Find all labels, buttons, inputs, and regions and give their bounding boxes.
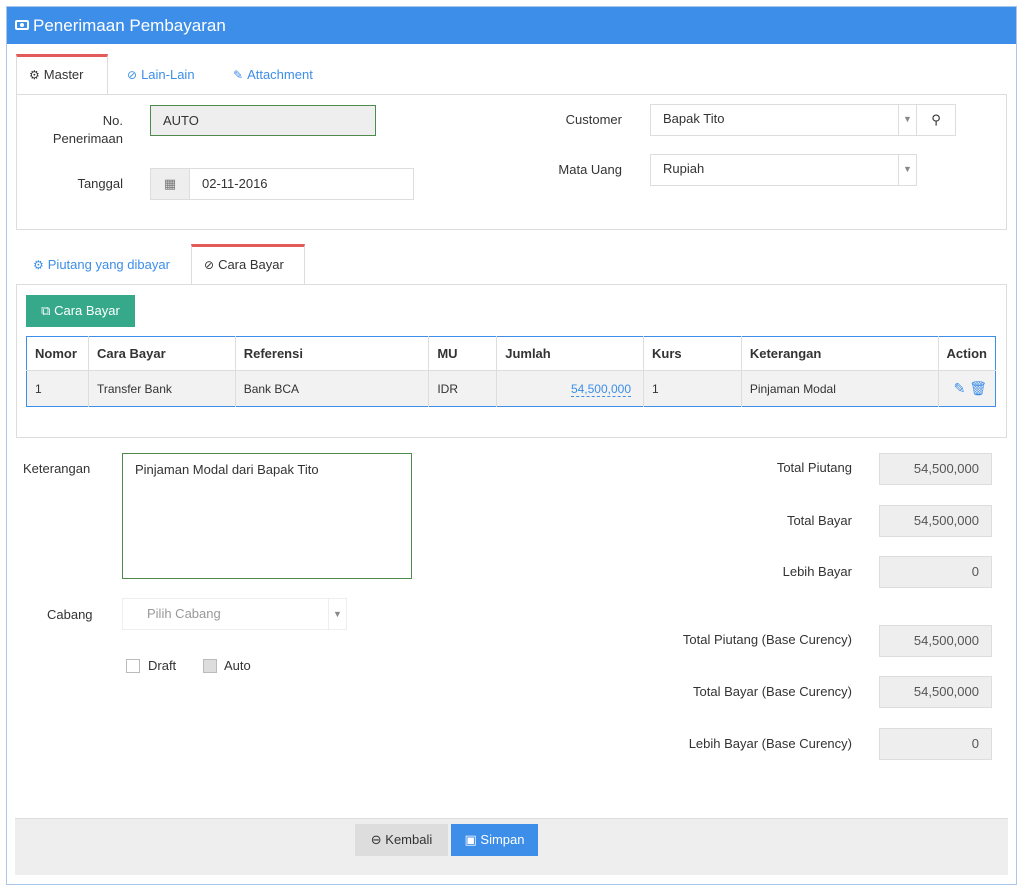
check-circle-icon: ⊘ xyxy=(204,258,215,272)
tab-master[interactable]: ⚙ Master xyxy=(16,54,108,94)
page-title: Penerimaan Pembayaran xyxy=(33,16,226,35)
tab-lain-lain[interactable]: ⊘ Lain-Lain xyxy=(115,55,207,95)
form-footer: ⊖ Kembali ▣ Simpan xyxy=(15,818,1008,875)
chevron-down-icon: ▼ xyxy=(328,599,346,629)
no-penerimaan-field[interactable]: AUTO xyxy=(150,105,376,136)
paperclip-icon: ✎ xyxy=(233,68,244,82)
column-header: Kurs xyxy=(643,336,742,371)
no-penerimaan-label: No. Penerimaan xyxy=(52,113,123,146)
column-header: Cara Bayar xyxy=(88,336,236,371)
cell-cara-bayar: Transfer Bank xyxy=(88,370,236,407)
tanggal-label: Tanggal xyxy=(77,176,123,191)
auto-checkbox[interactable] xyxy=(203,659,217,673)
auto-label: Auto xyxy=(224,658,251,673)
cell-mu: IDR xyxy=(428,370,498,407)
cell-kurs: 1 xyxy=(643,370,742,407)
total-bayar-base-label: Total Bayar (Base Curency) xyxy=(693,684,852,699)
lebih-bayar-value: 0 xyxy=(879,556,992,588)
pencil-icon[interactable]: ✎ xyxy=(954,380,966,396)
add-cara-bayar-button[interactable]: ⧉ Cara Bayar xyxy=(26,295,135,327)
gears-icon: ⚙ xyxy=(33,258,44,272)
cabang-label: Cabang xyxy=(47,607,93,622)
table-header-row: Nomor Cara Bayar Referensi MU Jumlah Kur… xyxy=(26,336,996,371)
column-header: Keterangan xyxy=(741,336,939,371)
total-piutang-label: Total Piutang xyxy=(776,460,852,475)
column-header: Referensi xyxy=(235,336,430,371)
jumlah-edit-link[interactable]: 54,500,000 xyxy=(570,381,631,397)
table-row: 1 Transfer Bank Bank BCA IDR 54,500,000 … xyxy=(26,370,996,407)
back-button[interactable]: ⊖ Kembali xyxy=(355,824,448,856)
keterangan-textarea[interactable]: Pinjaman Modal dari Bapak Tito xyxy=(122,453,412,579)
tab-cara-bayar[interactable]: ⊘ Cara Bayar xyxy=(191,244,305,284)
column-header: Action xyxy=(938,336,996,371)
lebih-bayar-base-value: 0 xyxy=(879,728,992,760)
main-panel: Penerimaan Pembayaran ⚙ Master ⊘ Lain-Lain… xyxy=(6,6,1017,885)
panel-header: Penerimaan Pembayaran xyxy=(7,7,1016,44)
chevron-down-icon: ▼ xyxy=(898,105,916,135)
trash-icon[interactable]: 🗑 xyxy=(969,380,987,396)
search-icon: ⚲ xyxy=(931,112,941,127)
copy-icon: ⧉ xyxy=(41,303,51,318)
total-piutang-base-label: Total Piutang (Base Curency) xyxy=(682,632,852,647)
cell-referensi: Bank BCA xyxy=(235,370,430,407)
gears-icon: ⚙ xyxy=(29,68,40,82)
customer-label: Customer xyxy=(565,112,622,127)
tab-piutang[interactable]: ⚙ Piutang yang dibayar xyxy=(21,245,182,285)
cara-bayar-table: Nomor Cara Bayar Referensi MU Jumlah Kur… xyxy=(26,336,996,407)
cell-jumlah[interactable]: 54,500,000 xyxy=(496,370,644,407)
floppy-disk-icon: ▣ xyxy=(464,832,477,847)
customer-search-button[interactable]: ⚲ xyxy=(916,104,956,136)
total-bayar-label: Total Bayar xyxy=(786,513,852,528)
draft-label: Draft xyxy=(148,658,177,673)
lebih-bayar-label: Lebih Bayar xyxy=(782,564,852,579)
cell-action: ✎ 🗑 xyxy=(938,370,996,407)
cell-keterangan: Pinjaman Modal xyxy=(741,370,939,407)
keterangan-label: Keterangan xyxy=(23,461,91,476)
mata-uang-label: Mata Uang xyxy=(558,162,622,177)
draft-checkbox[interactable] xyxy=(126,659,140,673)
total-bayar-value: 54,500,000 xyxy=(879,505,992,537)
tanggal-field[interactable]: 02-11-2016 xyxy=(189,168,414,200)
arrow-circle-left-icon: ⊖ xyxy=(370,832,382,847)
save-button[interactable]: ▣ Simpan xyxy=(451,824,538,856)
cell-nomor: 1 xyxy=(26,370,89,407)
column-header: MU xyxy=(428,336,498,371)
total-piutang-base-value: 54,500,000 xyxy=(879,625,992,657)
tab-attachment[interactable]: ✎ Attachment xyxy=(221,55,325,95)
cabang-select[interactable]: Pilih Cabang ▼ xyxy=(122,598,347,630)
total-bayar-base-value: 54,500,000 xyxy=(879,676,992,708)
column-header: Nomor xyxy=(26,336,89,371)
column-header: Jumlah xyxy=(496,336,644,371)
total-piutang-value: 54,500,000 xyxy=(879,453,992,485)
lebih-bayar-base-label: Lebih Bayar (Base Curency) xyxy=(688,736,852,751)
chevron-down-icon: ▼ xyxy=(898,155,916,185)
money-icon xyxy=(15,20,29,30)
check-circle-icon: ⊘ xyxy=(127,68,138,82)
mata-uang-select[interactable]: Rupiah ▼ xyxy=(650,154,917,186)
calendar-icon[interactable]: ▦ xyxy=(150,168,190,200)
customer-select[interactable]: Bapak Tito ▼ xyxy=(650,104,917,136)
